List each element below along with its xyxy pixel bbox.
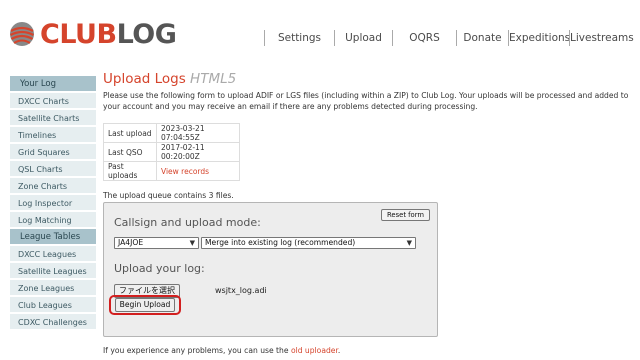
footer-note: If you experience any problems, you can … (103, 346, 340, 355)
sidebar-item-log-inspector[interactable]: Log Inspector (10, 195, 96, 212)
sidebar-item-dxcc-leagues[interactable]: DXCC Leagues (10, 246, 96, 263)
past-uploads-label: Past uploads (103, 161, 157, 181)
sidebar-item-cdxc-challenges[interactable]: CDXC Challenges (10, 314, 96, 331)
sidebar-item-qsl-charts[interactable]: QSL Charts (10, 161, 96, 178)
logo-text-club: CLUB (40, 18, 117, 50)
reset-form-button[interactable]: Reset form (381, 209, 430, 221)
sidebar-heading-your-log: Your Log (10, 76, 96, 93)
chevron-down-icon: ▼ (189, 239, 195, 247)
nav-upload[interactable]: Upload (334, 30, 392, 46)
view-records-link[interactable]: View records (161, 167, 209, 176)
sidebar-item-grid-squares[interactable]: Grid Squares (10, 144, 96, 161)
nav-donate[interactable]: Donate (456, 30, 508, 46)
sidebar-item-zone-leagues[interactable]: Zone Leagues (10, 280, 96, 297)
globe-logo-icon (9, 22, 35, 46)
sidebar-item-zone-charts[interactable]: Zone Charts (10, 178, 96, 195)
sidebar-item-club-leagues[interactable]: Club Leagues (10, 297, 96, 314)
upload-mode-select-value: Merge into existing log (recommended) (205, 238, 356, 247)
callsign-mode-heading: Callsign and upload mode: (114, 216, 261, 229)
page-title-text: Upload Logs (103, 71, 186, 87)
upload-log-heading: Upload your log: (114, 262, 205, 275)
upload-mode-select[interactable]: Merge into existing log (recommended) ▼ (201, 237, 416, 249)
nav-livestreams[interactable]: Livestreams (569, 30, 634, 46)
table-row: Last upload 2023-03-21 07:04:55Z (103, 123, 240, 143)
footer-note-prefix: If you experience any problems, you can … (103, 346, 289, 355)
last-qso-value: 2017-02-11 00:20:00Z (156, 142, 240, 162)
page-title-subtitle: HTML5 (190, 71, 237, 87)
top-navigation: Settings Upload OQRS Donate Expeditions … (264, 28, 640, 48)
page-title: Upload Logs HTML5 (103, 70, 633, 88)
nav-settings[interactable]: Settings (264, 30, 334, 46)
upload-form-panel: Reset form Callsign and upload mode: JA4… (103, 202, 438, 337)
sidebar-item-dxcc-charts[interactable]: DXCC Charts (10, 93, 96, 110)
last-upload-label: Last upload (103, 123, 157, 143)
sidebar-item-satellite-leagues[interactable]: Satellite Leagues (10, 263, 96, 280)
last-upload-value: 2023-03-21 07:04:55Z (156, 123, 240, 143)
callsign-select-value: JA4JOE (118, 238, 144, 247)
begin-upload-button[interactable]: Begin Upload (115, 298, 175, 312)
table-row: Past uploads View records (103, 161, 240, 181)
old-uploader-link[interactable]: old uploader (291, 346, 338, 355)
last-qso-label: Last QSO (103, 142, 157, 162)
clublog-logo[interactable]: CLUB LOG (8, 14, 177, 54)
past-uploads-cell: View records (156, 161, 240, 181)
nav-oqrs[interactable]: OQRS (392, 30, 456, 46)
sidebar: Your Log DXCC Charts Satellite Charts Ti… (10, 76, 96, 331)
queue-status-text: The upload queue contains 3 files. (103, 191, 234, 200)
selected-file-name: wsjtx_log.adi (215, 286, 267, 295)
sidebar-item-log-matching[interactable]: Log Matching (10, 212, 96, 229)
main-content: Upload Logs HTML5 Please use the followi… (103, 70, 633, 355)
intro-text: Please use the following form to upload … (103, 91, 629, 111)
callsign-select[interactable]: JA4JOE ▼ (114, 237, 199, 249)
table-row: Last QSO 2017-02-11 00:20:00Z (103, 142, 240, 162)
upload-info-table: Last upload 2023-03-21 07:04:55Z Last QS… (103, 123, 240, 181)
logo-text-log: LOG (116, 18, 177, 50)
chevron-down-icon: ▼ (406, 239, 412, 247)
sidebar-item-timelines[interactable]: Timelines (10, 127, 96, 144)
begin-upload-highlight: Begin Upload (109, 295, 181, 315)
footer-note-suffix: . (337, 346, 341, 355)
sidebar-heading-league-tables: League Tables (10, 229, 96, 246)
sidebar-item-satellite-charts[interactable]: Satellite Charts (10, 110, 96, 127)
nav-expeditions[interactable]: Expeditions (508, 30, 570, 46)
